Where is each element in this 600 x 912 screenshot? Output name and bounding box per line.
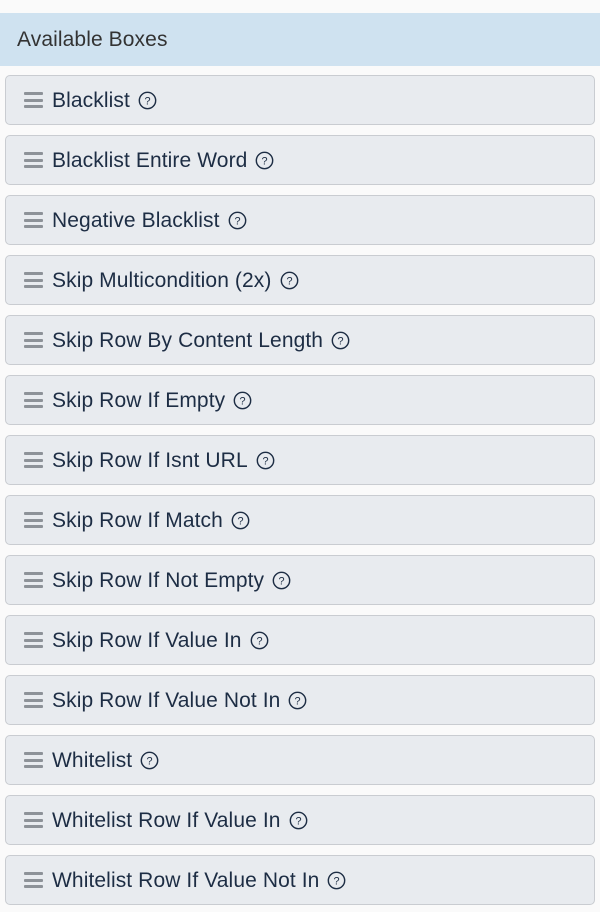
svg-text:?: ?	[262, 155, 268, 167]
box-list-item[interactable]: Skip Multicondition (2x)?	[5, 255, 595, 305]
hamburger-drag-handle-icon[interactable]	[24, 812, 43, 828]
svg-text:?: ?	[262, 455, 268, 467]
box-item-label: Skip Row If Value In	[52, 628, 242, 652]
box-item-label: Skip Row If Not Empty	[52, 568, 265, 592]
svg-text:?: ?	[237, 515, 243, 527]
hamburger-drag-handle-icon[interactable]	[24, 152, 43, 168]
question-mark-circle-icon[interactable]: ?	[228, 211, 247, 230]
hamburger-drag-handle-icon[interactable]	[24, 512, 43, 528]
hamburger-drag-handle-icon[interactable]	[24, 752, 43, 768]
question-mark-circle-icon[interactable]: ?	[280, 271, 299, 290]
available-boxes-list: Blacklist? Blacklist Entire Word? Negative…	[0, 66, 600, 905]
box-list-item[interactable]: Blacklist Entire Word?	[5, 135, 595, 185]
box-list-item[interactable]: Whitelist Row If Value Not In?	[5, 855, 595, 905]
box-item-label: Whitelist Row If Value Not In	[52, 868, 320, 892]
hamburger-drag-handle-icon[interactable]	[24, 692, 43, 708]
question-mark-circle-icon[interactable]: ?	[250, 631, 269, 650]
hamburger-drag-handle-icon[interactable]	[24, 392, 43, 408]
svg-text:?: ?	[144, 95, 150, 107]
hamburger-drag-handle-icon[interactable]	[24, 332, 43, 348]
svg-text:?: ?	[256, 635, 262, 647]
box-list-item[interactable]: Skip Row By Content Length?	[5, 315, 595, 365]
hamburger-drag-handle-icon[interactable]	[24, 632, 43, 648]
box-list-item[interactable]: Negative Blacklist?	[5, 195, 595, 245]
question-mark-circle-icon[interactable]: ?	[288, 691, 307, 710]
box-item-label: Negative Blacklist	[52, 208, 220, 232]
svg-text:?: ?	[338, 335, 344, 347]
question-mark-circle-icon[interactable]: ?	[327, 871, 346, 890]
question-mark-circle-icon[interactable]: ?	[231, 511, 250, 530]
box-item-label: Skip Row By Content Length	[52, 328, 324, 352]
question-mark-circle-icon[interactable]: ?	[331, 331, 350, 350]
svg-text:?: ?	[234, 215, 240, 227]
question-mark-circle-icon[interactable]: ?	[138, 91, 157, 110]
box-list-item[interactable]: Skip Row If Not Empty?	[5, 555, 595, 605]
box-list-item[interactable]: Skip Row If Value In?	[5, 615, 595, 665]
hamburger-drag-handle-icon[interactable]	[24, 272, 43, 288]
question-mark-circle-icon[interactable]: ?	[289, 811, 308, 830]
hamburger-drag-handle-icon[interactable]	[24, 212, 43, 228]
box-item-label: Skip Multicondition (2x)	[52, 268, 272, 292]
hamburger-drag-handle-icon[interactable]	[24, 452, 43, 468]
box-list-item[interactable]: Blacklist?	[5, 75, 595, 125]
question-mark-circle-icon[interactable]: ?	[140, 751, 159, 770]
box-item-label: Skip Row If Empty	[52, 388, 226, 412]
svg-text:?: ?	[334, 875, 340, 887]
box-item-label: Skip Row If Value Not In	[52, 688, 281, 712]
question-mark-circle-icon[interactable]: ?	[233, 391, 252, 410]
question-mark-circle-icon[interactable]: ?	[256, 451, 275, 470]
available-boxes-panel: Available Boxes Blacklist? Blacklist Enti…	[0, 0, 600, 912]
svg-text:?: ?	[240, 395, 246, 407]
box-item-label: Whitelist Row If Value In	[52, 808, 281, 832]
panel-header-title: Available Boxes	[17, 28, 168, 51]
box-item-label: Whitelist	[52, 748, 133, 772]
box-list-item[interactable]: Skip Row If Isnt URL?	[5, 435, 595, 485]
box-list-item[interactable]: Skip Row If Value Not In?	[5, 675, 595, 725]
hamburger-drag-handle-icon[interactable]	[24, 872, 43, 888]
box-list-item[interactable]: Skip Row If Match?	[5, 495, 595, 545]
box-item-label: Skip Row If Isnt URL	[52, 448, 248, 472]
svg-text:?: ?	[286, 275, 292, 287]
box-list-item[interactable]: Whitelist?	[5, 735, 595, 785]
question-mark-circle-icon[interactable]: ?	[272, 571, 291, 590]
hamburger-drag-handle-icon[interactable]	[24, 572, 43, 588]
box-item-label: Blacklist	[52, 88, 130, 112]
svg-text:?: ?	[147, 755, 153, 767]
box-list-item[interactable]: Whitelist Row If Value In?	[5, 795, 595, 845]
hamburger-drag-handle-icon[interactable]	[24, 92, 43, 108]
box-item-label: Blacklist Entire Word	[52, 148, 248, 172]
question-mark-circle-icon[interactable]: ?	[255, 151, 274, 170]
panel-header: Available Boxes	[0, 13, 600, 66]
box-list-item[interactable]: Skip Row If Empty?	[5, 375, 595, 425]
box-item-label: Skip Row If Match	[52, 508, 223, 532]
svg-text:?: ?	[295, 695, 301, 707]
svg-text:?: ?	[279, 575, 285, 587]
svg-text:?: ?	[295, 815, 301, 827]
